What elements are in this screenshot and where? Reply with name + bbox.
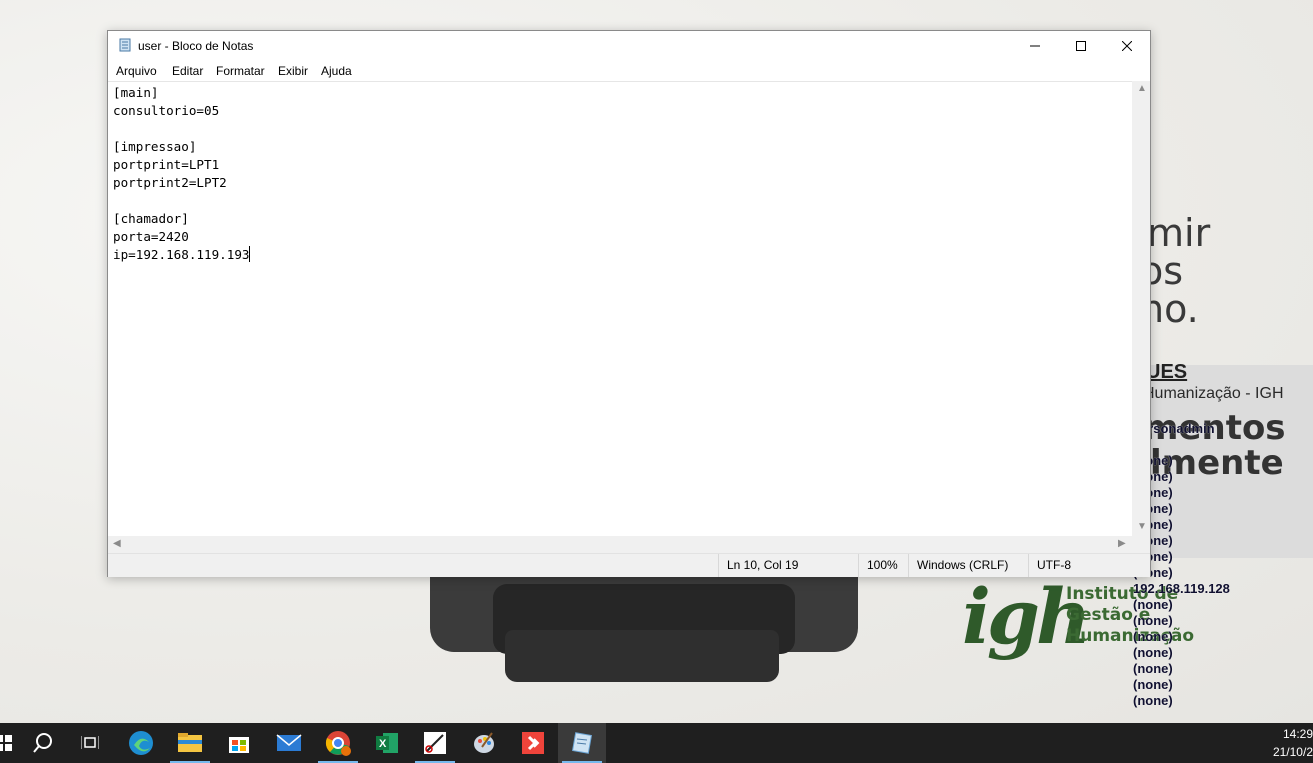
close-button[interactable] (1104, 31, 1150, 61)
scroll-up-icon[interactable]: ▲ (1137, 83, 1147, 94)
bginfo-row: (none) (1133, 645, 1173, 660)
bginfo-row: -11 (1133, 437, 1308, 453)
notepad-icon (118, 38, 132, 52)
file-explorer-icon[interactable] (166, 723, 214, 763)
editor-line-text: ip=192.168.119.193 (113, 247, 250, 262)
svg-text:X: X (379, 738, 387, 750)
window-title: user - Bloco de Notas (138, 39, 254, 53)
menu-arquivo[interactable]: Arquivo (116, 64, 157, 78)
bginfo-row: (none) (1133, 613, 1173, 628)
editor-line: portprint2=LPT2 (113, 175, 227, 190)
scroll-corner (1132, 536, 1150, 553)
scroll-right-icon[interactable]: ▶ (1118, 538, 1126, 549)
anydesk-icon[interactable] (509, 723, 557, 763)
edge-icon[interactable] (117, 723, 165, 763)
scroll-left-icon[interactable]: ◀ (113, 538, 121, 549)
menu-ajuda[interactable]: Ajuda (321, 64, 352, 78)
bginfo-row: (none) (1133, 677, 1173, 692)
bginfo-row: personadmin (1133, 421, 1215, 436)
vertical-scrollbar[interactable]: ▲ ▼ (1132, 81, 1150, 536)
status-zoom: 100% (858, 554, 908, 577)
system-clock[interactable]: 14:29 21/10/2 (1263, 725, 1313, 761)
taskbar: X 14:29 21/10/2 (0, 723, 1313, 763)
minimize-button[interactable] (1012, 31, 1058, 61)
menu-editar[interactable]: Editar (172, 64, 203, 78)
menu-formatar[interactable]: Formatar (216, 64, 265, 78)
status-bar: Ln 10, Col 19 100% Windows (CRLF) UTF-8 (108, 553, 1150, 577)
text-editor[interactable]: [main] consultorio=05 [impressao] portpr… (108, 81, 1132, 537)
snipping-tool-icon[interactable] (411, 723, 459, 763)
bginfo-row: (none) (1133, 517, 1173, 532)
printer-tray (505, 630, 779, 682)
wallpaper-label: UES (1146, 361, 1188, 383)
bginfo-row: (none) (1133, 565, 1173, 580)
horizontal-scrollbar[interactable]: ◀ ▶ (108, 536, 1132, 553)
bginfo-row: (none) (1133, 597, 1173, 612)
wallpaper-org-name: Humanização - IGH (1143, 385, 1284, 402)
bginfo-overlay: personadmin -11 (none) (none) (none) (no… (1133, 421, 1308, 709)
bginfo-row: (none) (1133, 501, 1173, 516)
bginfo-row: (none) (1133, 693, 1173, 708)
editor-line: consultorio=05 (113, 103, 220, 118)
status-line-ending: Windows (CRLF) (908, 554, 1028, 577)
wallpaper-text: mir (1147, 211, 1211, 255)
bginfo-row: (none) (1133, 469, 1173, 484)
editor-line: [main] (113, 85, 159, 100)
close-icon (1122, 41, 1132, 51)
scroll-down-icon[interactable]: ▼ (1137, 521, 1147, 532)
editor-line: portprint=LPT1 (113, 157, 220, 172)
bginfo-row: (none) (1133, 533, 1173, 548)
bginfo-row: (none) (1133, 661, 1173, 676)
status-position: Ln 10, Col 19 (718, 554, 858, 577)
search-icon[interactable] (19, 723, 67, 763)
excel-icon[interactable]: X (363, 723, 411, 763)
paint-icon[interactable] (460, 723, 508, 763)
editor-line: porta=2420 (113, 229, 189, 244)
notepad-icon (571, 732, 593, 754)
clock-time: 14:29 (1282, 727, 1313, 741)
maximize-icon (1076, 41, 1086, 51)
store-icon[interactable] (215, 723, 263, 763)
editor-line: [chamador] (113, 211, 189, 226)
minimize-icon (1030, 45, 1040, 47)
mail-icon[interactable] (265, 723, 313, 763)
editor-line: [impressao] (113, 139, 197, 154)
clock-date: 21/10/2 (1272, 745, 1313, 759)
status-encoding: UTF-8 (1028, 554, 1150, 577)
bginfo-row: (none) (1133, 453, 1173, 468)
notepad-taskbar-button[interactable] (558, 723, 606, 763)
editor-content[interactable]: [main] consultorio=05 [impressao] portpr… (113, 84, 251, 264)
maximize-button[interactable] (1058, 31, 1104, 61)
title-bar[interactable]: user - Bloco de Notas (108, 31, 1150, 61)
task-view-icon[interactable] (66, 723, 114, 763)
bginfo-row: (none) (1133, 549, 1173, 564)
menu-exibir[interactable]: Exibir (278, 64, 308, 78)
text-caret (249, 246, 251, 262)
bginfo-row: (none) (1133, 485, 1173, 500)
notepad-window[interactable]: user - Bloco de Notas Arquivo Editar For… (107, 30, 1151, 577)
editor-line-current: ip=192.168.119.193 (113, 246, 251, 264)
chrome-icon[interactable] (314, 723, 362, 763)
menu-bar: Arquivo Editar Formatar Exibir Ajuda (108, 61, 1150, 81)
bginfo-row: (none) (1133, 629, 1173, 644)
bginfo-row: 192.168.119.128 (1133, 581, 1230, 596)
